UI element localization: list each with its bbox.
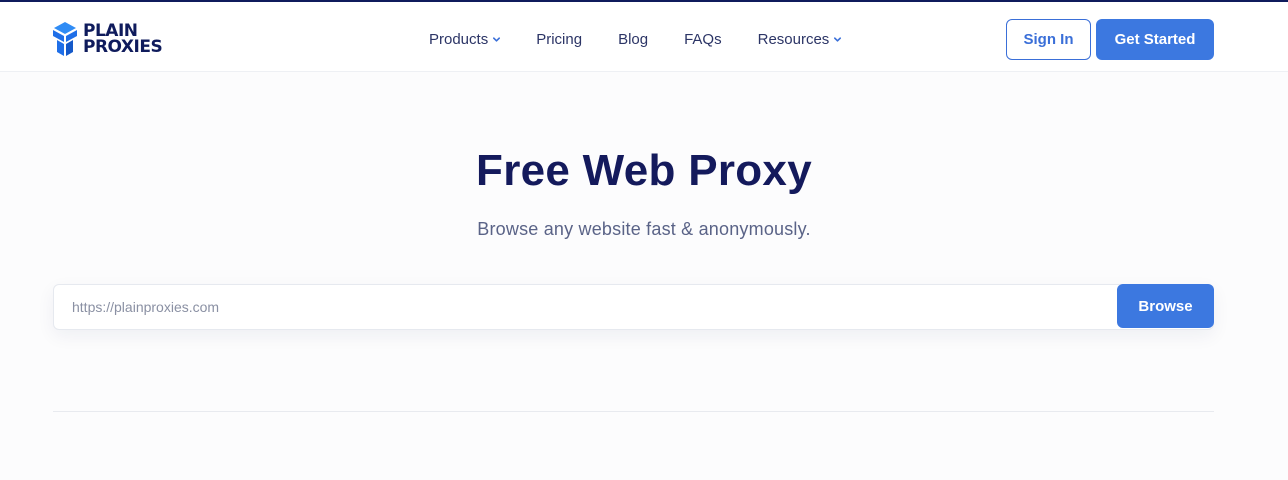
nav-item-label: Blog [618, 30, 649, 48]
url-input[interactable] [54, 285, 1118, 329]
nav-item-faqs[interactable]: FAQs [684, 31, 722, 48]
nav-item-resources[interactable]: Resources [758, 31, 843, 48]
logo-link[interactable]: PLAIN PROXIES [52, 21, 163, 57]
url-search-box [53, 284, 1214, 330]
nav-item-blog[interactable]: Blog [618, 31, 648, 48]
logo-line-2: PROXIES [83, 37, 163, 57]
browse-button[interactable]: Browse [1117, 284, 1214, 328]
page-title: Free Web Proxy [476, 146, 812, 195]
section-divider [53, 411, 1214, 412]
nav-item-label: Resources [757, 30, 830, 48]
get-started-button[interactable]: Get Started [1096, 19, 1214, 60]
main-nav: Products Pricing Blog FAQs Resources [429, 29, 842, 49]
nav-item-pricing[interactable]: Pricing [536, 31, 582, 48]
nav-item-label: Pricing [536, 30, 583, 48]
plain-proxies-logo-icon [53, 22, 77, 56]
page-subtitle: Browse any website fast & anonymously. [477, 219, 811, 239]
site-header: PLAIN PROXIES Products Pricing Blog FAQs… [0, 2, 1288, 72]
nav-item-label: Products [429, 30, 489, 48]
chevron-down-icon [493, 36, 501, 42]
logo-wordmark: PLAIN PROXIES [83, 23, 163, 57]
chevron-down-icon [834, 36, 842, 42]
sign-in-button[interactable]: Sign In [1006, 19, 1091, 60]
nav-item-label: FAQs [684, 30, 722, 48]
nav-item-products[interactable]: Products [429, 31, 501, 48]
